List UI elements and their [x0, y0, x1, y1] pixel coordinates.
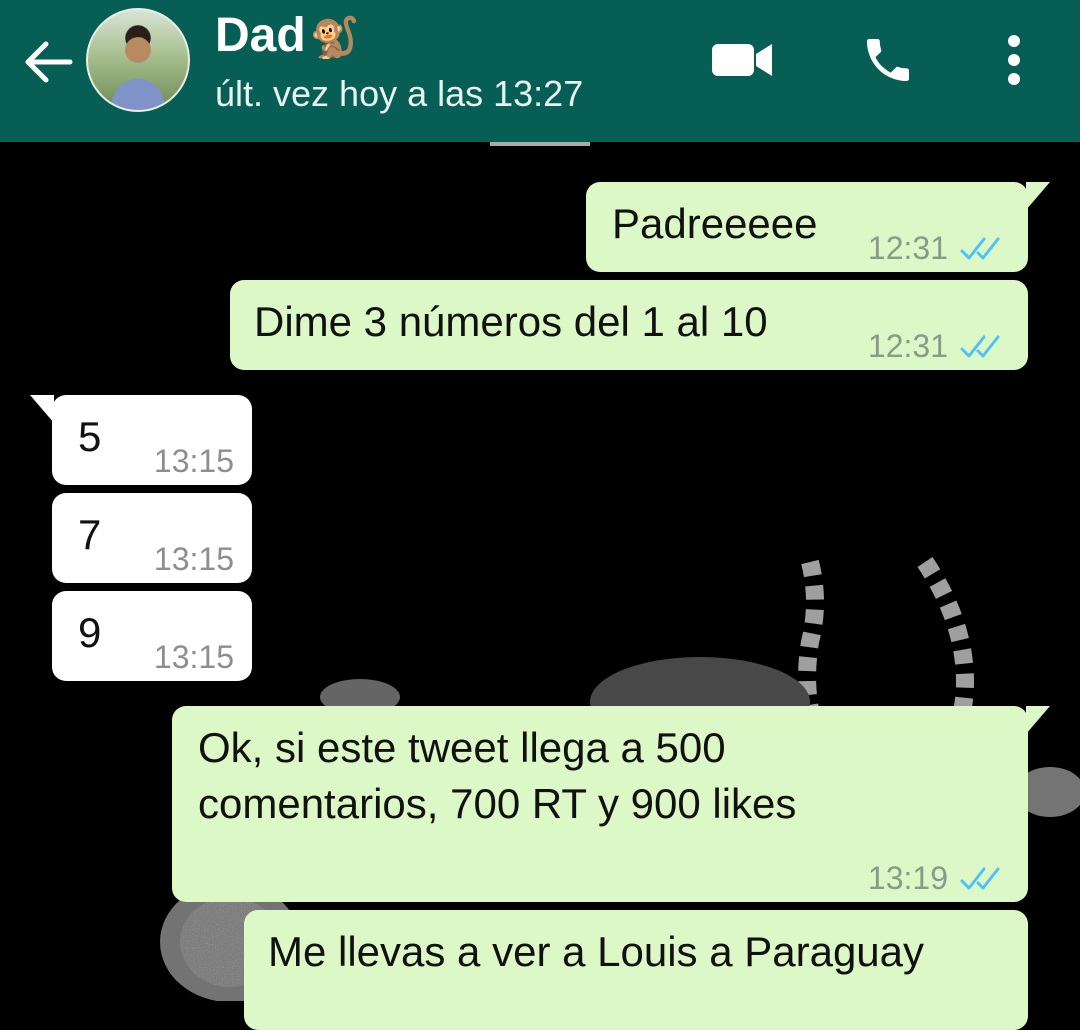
message-time: 12:31: [867, 230, 948, 266]
message-text: 5: [78, 413, 102, 460]
message-meta: 12:31: [868, 220, 1006, 276]
message-time: 13:19: [867, 860, 948, 896]
contact-name[interactable]: Dad 🐒: [215, 8, 360, 66]
message-time: 13:15: [153, 541, 234, 577]
message-meta: 13:15: [154, 629, 234, 685]
bubble-tail: [1026, 706, 1050, 734]
message-time: 13:15: [153, 443, 234, 479]
more-options-icon[interactable]: [982, 28, 1046, 92]
message-text-line: Ok, si este tweet llega a 500: [198, 724, 726, 771]
monkey-emoji: 🐒: [309, 16, 360, 60]
message-meta: 13:15: [154, 531, 234, 587]
contact-name-text: Dad: [215, 9, 306, 62]
read-ticks-icon: [960, 237, 1000, 260]
message-text-line: comentarios, 700 RT y 900 likes: [198, 780, 797, 827]
message-text: 7: [78, 511, 102, 558]
message-text: Me llevas a ver a Louis a Paraguay: [268, 928, 925, 975]
message-meta: 13:15: [154, 433, 234, 489]
chat-header: Dad 🐒 últ. vez hoy a las 13:27: [0, 0, 1080, 142]
avatar[interactable]: [86, 8, 190, 112]
read-ticks-icon: [960, 867, 1000, 890]
bubble-tail: [1026, 182, 1050, 210]
message-bubble-incoming[interactable]: 5 13:15: [30, 395, 252, 485]
read-ticks-icon: [960, 335, 1000, 358]
video-call-icon[interactable]: [710, 28, 774, 92]
message-text: Dime 3 números del 1 al 10: [254, 298, 768, 345]
message-time: 13:15: [153, 639, 234, 675]
phone-icon[interactable]: [856, 28, 920, 92]
message-bubble-incoming[interactable]: 7 13:15: [52, 493, 252, 583]
message-bubble-outgoing[interactable]: Me llevas a ver a Louis a Paraguay: [244, 910, 1028, 1030]
message-bubble-incoming[interactable]: 9 13:15: [52, 591, 252, 681]
message-time: 12:31: [867, 328, 948, 364]
message-bubble-outgoing[interactable]: Padreeeee 12:31: [586, 182, 1050, 272]
message-meta: 13:19: [868, 850, 1006, 906]
message-bubble-outgoing[interactable]: Ok, si este tweet llega a 500 comentario…: [172, 706, 1050, 902]
message-meta: 12:31: [868, 318, 1006, 374]
message-text: 9: [78, 609, 102, 656]
message-text: Padreeeee: [612, 200, 818, 247]
message-bubble-outgoing[interactable]: Dime 3 números del 1 al 10 12:31: [230, 280, 1028, 370]
message-text: Ok, si este tweet llega a 500 comentario…: [198, 720, 796, 832]
last-seen-status: últ. vez hoy a las 13:27: [215, 73, 584, 114]
back-arrow-icon[interactable]: [20, 34, 76, 90]
bubble-tail: [30, 395, 54, 423]
